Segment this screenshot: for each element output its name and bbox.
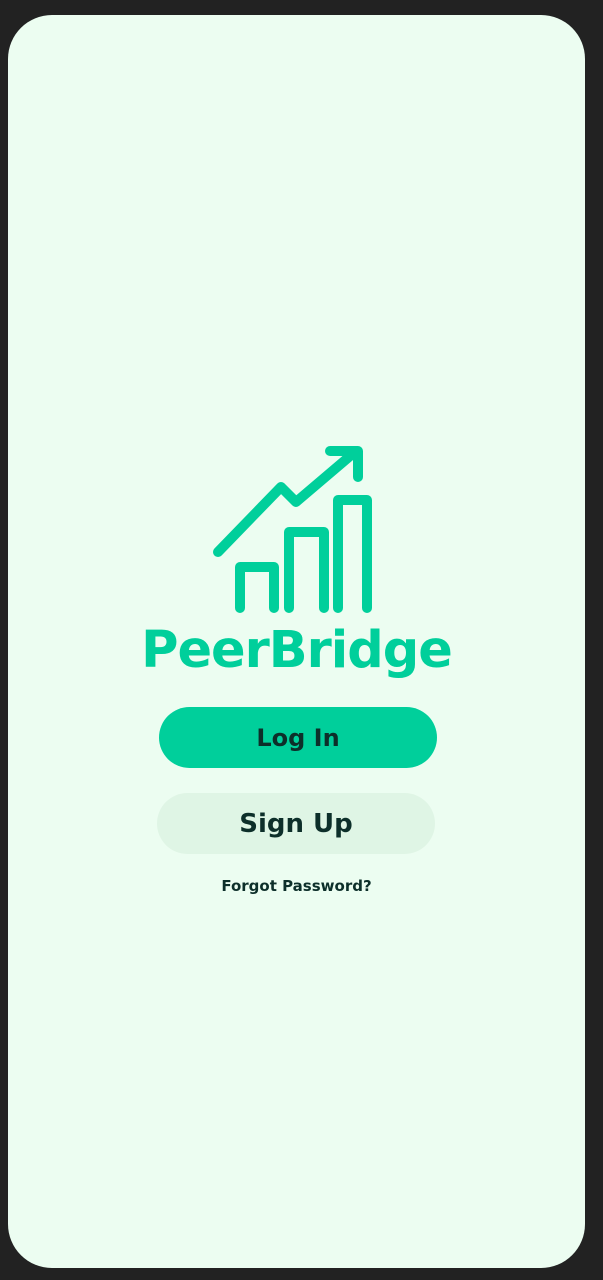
login-button[interactable]: Log In <box>159 707 437 768</box>
forgot-password-link[interactable]: Forgot Password? <box>8 877 585 895</box>
app-title: PeerBridge <box>141 621 453 680</box>
growth-chart-icon <box>213 446 372 613</box>
signup-button-label: Sign Up <box>239 808 353 839</box>
login-button-label: Log In <box>256 723 340 752</box>
signup-button[interactable]: Sign Up <box>157 793 435 854</box>
app-screen: PeerBridge Log In Sign Up Forgot Passwor… <box>8 15 585 1268</box>
